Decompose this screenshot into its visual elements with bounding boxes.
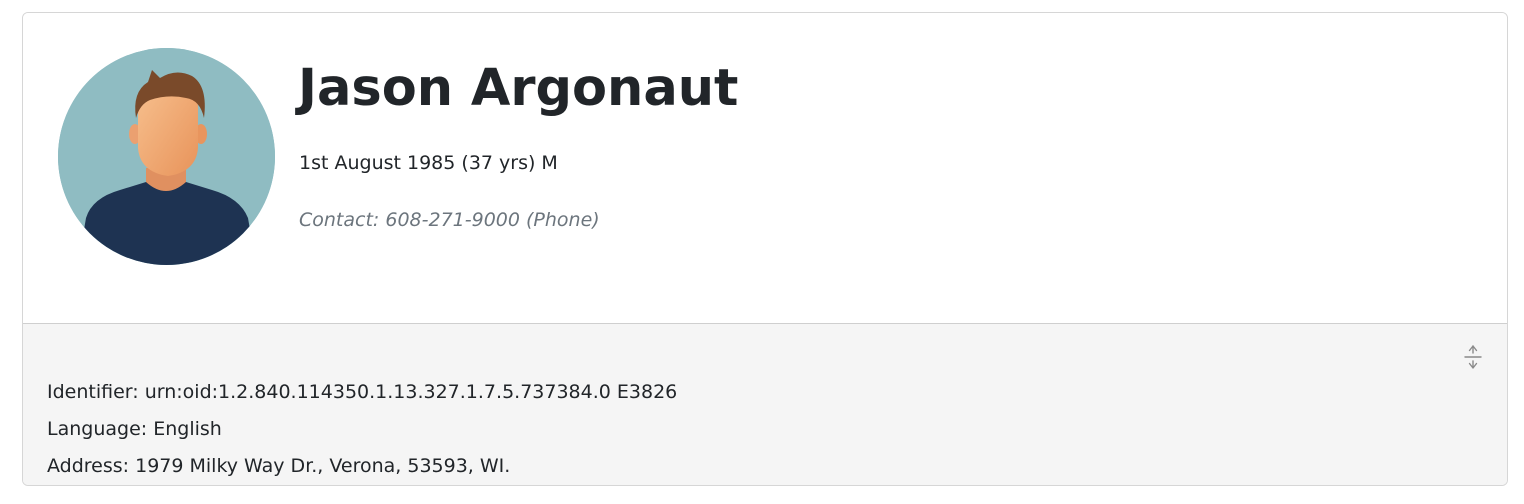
patient-card: Jason Argonaut 1st August 1985 (37 yrs) … [22, 12, 1508, 486]
patient-name: Jason Argonaut [298, 59, 739, 118]
person-avatar-icon [58, 48, 275, 265]
address-text: Address: 1979 Milky Way Dr., Verona, 535… [47, 455, 511, 477]
expand-collapse-icon[interactable] [1461, 342, 1485, 372]
patient-contact: Contact: 608-271-9000 (Phone) [299, 209, 600, 231]
patient-header: Jason Argonaut 1st August 1985 (37 yrs) … [23, 13, 1507, 323]
identifier-text: Identifier: urn:oid:1.2.840.114350.1.13.… [47, 381, 678, 403]
patient-details-panel: Identifier: urn:oid:1.2.840.114350.1.13.… [23, 323, 1507, 485]
patient-demographics: 1st August 1985 (37 yrs) M [299, 152, 558, 174]
patient-details: Identifier: urn:oid:1.2.840.114350.1.13.… [47, 374, 677, 485]
language-text: Language: English [47, 418, 222, 440]
